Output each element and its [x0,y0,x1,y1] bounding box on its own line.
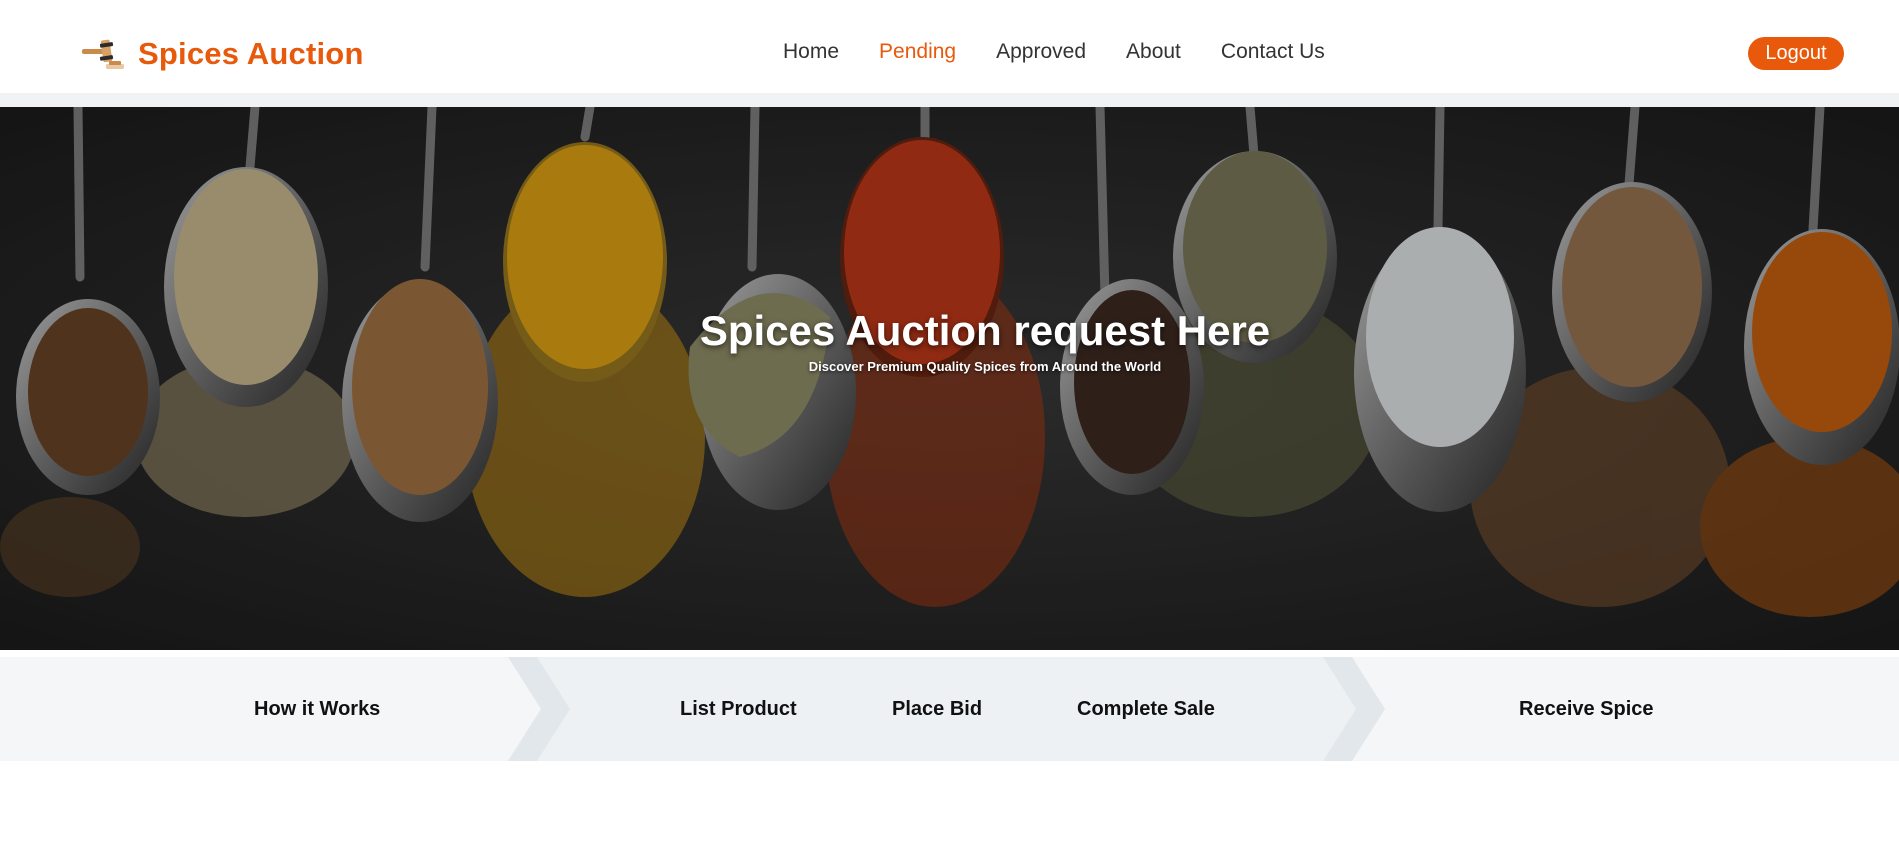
hero-title: Spices Auction request Here [699,307,1271,354]
logout-button[interactable]: Logout [1748,37,1844,70]
spices-background-image [0,107,1899,650]
step-list-product: List Product [680,698,797,720]
nav-pending-link[interactable]: Pending [879,40,956,64]
step-complete-sale: Complete Sale [1077,698,1215,720]
gavel-icon [80,37,126,71]
navbar: Spices Auction Home Pending Approved Abo… [0,0,1899,93]
step-receive-spice: Receive Spice [1519,698,1654,720]
step-place-bid: Place Bid [892,698,983,720]
nav-links: Home Pending Approved About Contact Us [783,40,1365,64]
how-it-works-strip: How it Works List Product Place Bid Comp… [0,657,1899,761]
nav-approved-link[interactable]: Approved [996,40,1086,64]
nav-home-link[interactable]: Home [783,40,839,64]
hero-text: Spices Auction request Here Discover Pre… [0,307,1899,374]
hero-banner: Spices Auction request Here Discover Pre… [0,107,1899,650]
nav-contact-link[interactable]: Contact Us [1221,40,1325,64]
how-it-works-label: How it Works [254,698,381,720]
brand[interactable]: Spices Auction [80,36,364,72]
hero-subtitle: Discover Premium Quality Spices from Aro… [808,359,1162,374]
navbar-divider [0,93,1899,107]
brand-name: Spices Auction [138,36,364,71]
nav-about-link[interactable]: About [1126,40,1181,64]
